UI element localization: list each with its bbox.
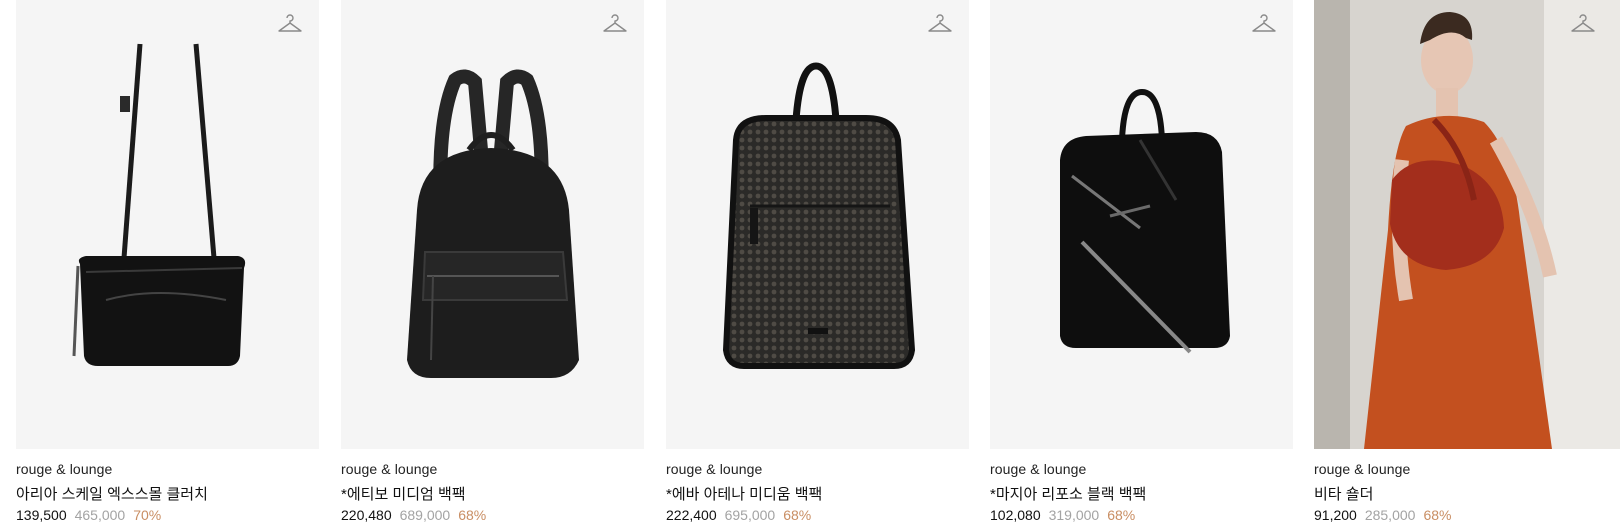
- model-with-shoulder-bag-image: [1314, 0, 1620, 449]
- discount-rate: 68%: [1423, 507, 1452, 523]
- product-card[interactable]: rouge & lounge *마지아 리포소 블랙 백팩 102,080 319…: [990, 0, 1293, 523]
- product-image[interactable]: [666, 0, 969, 449]
- price-row: 222,400 695,000 68%: [666, 507, 811, 523]
- product-image[interactable]: [1314, 0, 1620, 449]
- discount-rate: 70%: [133, 507, 162, 523]
- hanger-icon[interactable]: [927, 12, 953, 34]
- product-name[interactable]: 아리아 스케일 엑스스몰 클러치: [16, 483, 208, 504]
- product-card[interactable]: rouge & lounge 아리아 스케일 엑스스몰 클러치 139,500 4…: [16, 0, 319, 523]
- original-price: 319,000: [1048, 507, 1100, 523]
- product-grid: rouge & lounge 아리아 스케일 엑스스몰 클러치 139,500 4…: [0, 0, 1620, 523]
- backpack-image: [722, 62, 916, 369]
- hanger-icon[interactable]: [1251, 12, 1277, 34]
- sale-price: 139,500: [16, 507, 67, 523]
- crossbody-clutch-image: [72, 43, 246, 366]
- product-name[interactable]: 비타 숄더: [1314, 483, 1373, 504]
- product-image[interactable]: [341, 0, 644, 449]
- product-card[interactable]: rouge & lounge *에티보 미디엄 백팩 220,480 689,00…: [341, 0, 644, 523]
- sale-price: 102,080: [990, 507, 1041, 523]
- sale-price: 222,400: [666, 507, 717, 523]
- original-price: 689,000: [399, 507, 451, 523]
- original-price: 695,000: [724, 507, 776, 523]
- product-name[interactable]: *에티보 미디엄 백팩: [341, 483, 466, 504]
- sale-price: 91,200: [1314, 507, 1357, 523]
- backpack-image: [407, 69, 579, 378]
- product-name[interactable]: *마지아 리포소 블랙 백팩: [990, 483, 1146, 504]
- price-row: 220,480 689,000 68%: [341, 507, 486, 523]
- discount-rate: 68%: [458, 507, 487, 523]
- discount-rate: 68%: [1107, 507, 1136, 523]
- product-card[interactable]: rouge & lounge 비타 숄더 91,200 285,000 68%: [1314, 0, 1620, 523]
- product-brand[interactable]: rouge & lounge: [666, 461, 762, 477]
- backpack-image: [1060, 88, 1230, 354]
- price-row: 102,080 319,000 68%: [990, 507, 1135, 523]
- product-brand[interactable]: rouge & lounge: [341, 461, 437, 477]
- hanger-icon[interactable]: [277, 12, 303, 34]
- price-row: 91,200 285,000 68%: [1314, 507, 1451, 523]
- product-brand[interactable]: rouge & lounge: [1314, 461, 1410, 477]
- sale-price: 220,480: [341, 507, 392, 523]
- product-image[interactable]: [990, 0, 1293, 449]
- product-name[interactable]: *에바 아테나 미디움 백팩: [666, 483, 822, 504]
- hanger-icon[interactable]: [602, 12, 628, 34]
- original-price: 285,000: [1364, 507, 1416, 523]
- product-brand[interactable]: rouge & lounge: [990, 461, 1086, 477]
- product-card[interactable]: rouge & lounge *에바 아테나 미디움 백팩 222,400 695…: [666, 0, 969, 523]
- hanger-icon[interactable]: [1570, 12, 1596, 34]
- discount-rate: 68%: [783, 507, 812, 523]
- product-brand[interactable]: rouge & lounge: [16, 461, 112, 477]
- price-row: 139,500 465,000 70%: [16, 507, 161, 523]
- product-image[interactable]: [16, 0, 319, 449]
- original-price: 465,000: [74, 507, 126, 523]
